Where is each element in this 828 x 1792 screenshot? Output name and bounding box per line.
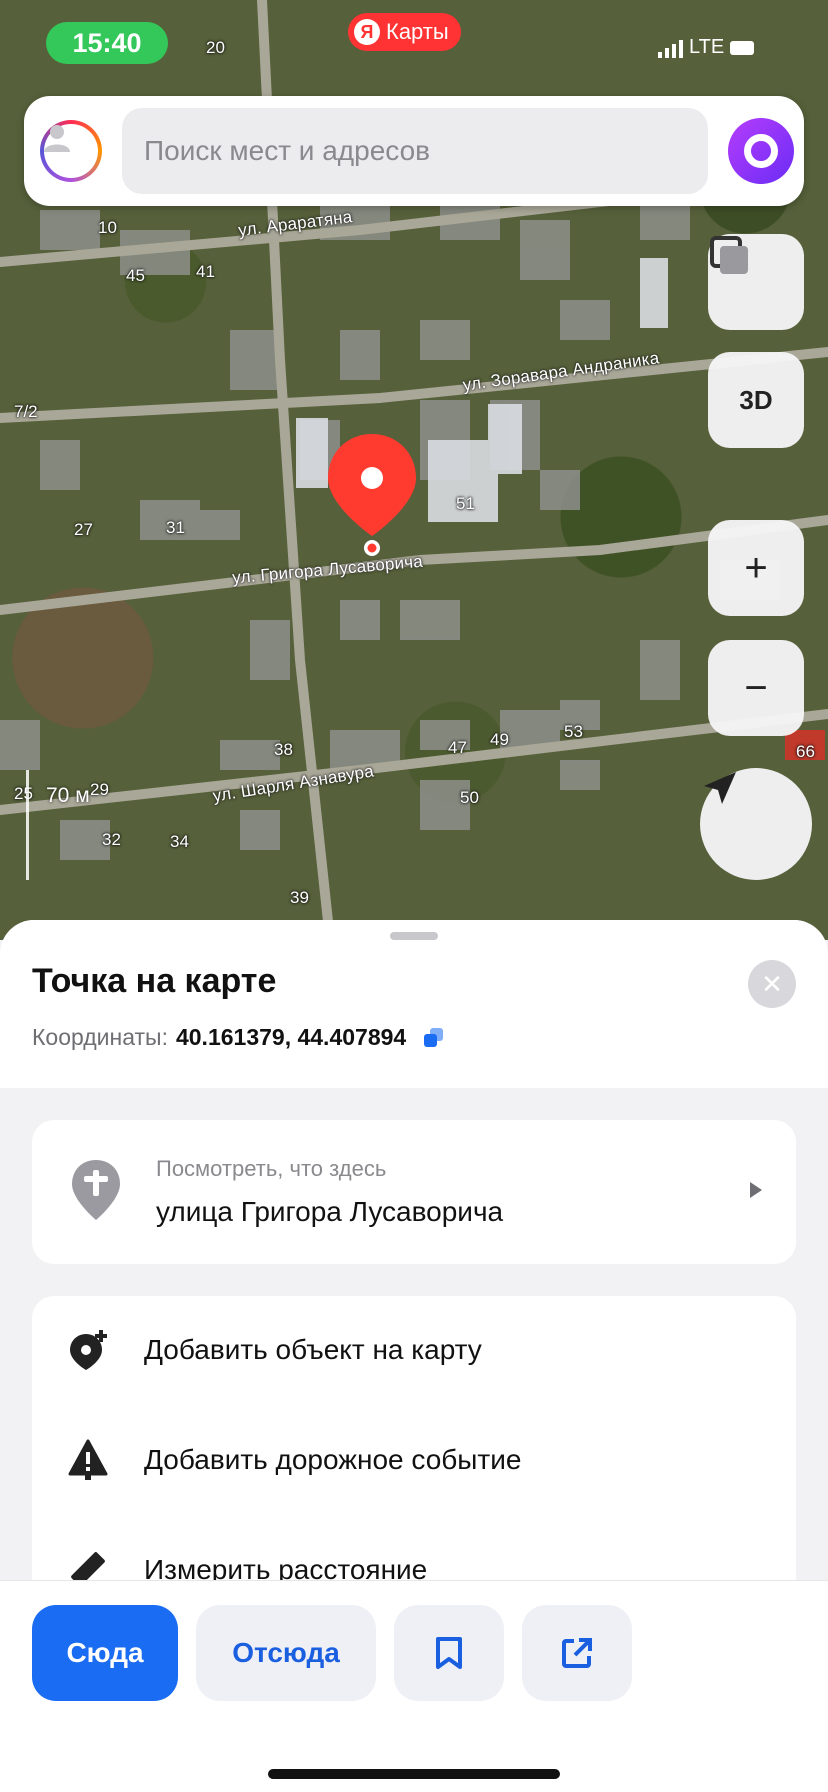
house-number: 66 — [796, 742, 815, 761]
user-icon — [44, 125, 70, 152]
search-bar — [24, 96, 804, 206]
house-number: 32 — [102, 830, 121, 849]
coordinates-label: Координаты: — [32, 1024, 168, 1050]
house-number: 53 — [564, 722, 583, 741]
house-number: 29 — [90, 780, 109, 799]
share-button[interactable] — [522, 1605, 632, 1701]
house-number: 51 — [456, 494, 475, 513]
close-icon: ✕ — [761, 968, 783, 999]
bookmark-icon — [436, 1637, 462, 1669]
whats-here-card[interactable]: Посмотреть, что здесь улица Григора Луса… — [32, 1120, 796, 1264]
status-indicators: LTE — [658, 36, 755, 59]
action-label: Добавить дорожное событие — [144, 1444, 522, 1475]
house-number: 49 — [490, 730, 509, 749]
add-object-action[interactable]: Добавить объект на карту — [32, 1296, 796, 1406]
chevron-right-icon — [750, 1182, 762, 1198]
house-number: 31 — [166, 518, 185, 537]
close-button[interactable]: ✕ — [748, 960, 796, 1008]
search-input[interactable] — [122, 108, 708, 194]
3d-button[interactable]: 3D — [708, 352, 804, 448]
house-number: 25 — [14, 784, 33, 803]
house-number: 27 — [74, 520, 93, 539]
yandex-logo-icon: Я — [354, 19, 380, 45]
whats-here-address: улица Григора Лусаворича — [156, 1196, 504, 1227]
scale-bar — [26, 770, 29, 880]
share-icon — [562, 1638, 592, 1668]
sheet-grabber[interactable] — [390, 932, 438, 940]
profile-avatar[interactable] — [40, 120, 102, 182]
layers-icon — [710, 236, 748, 274]
zoom-in-button[interactable]: + — [708, 520, 804, 616]
sheet-title: Точка на карте — [32, 962, 277, 1000]
house-number: 38 — [274, 740, 293, 759]
house-number: 34 — [170, 832, 189, 851]
house-number: 7/2 — [14, 402, 38, 421]
app-badge-label: Карты — [386, 19, 449, 44]
house-number: 41 — [196, 262, 215, 281]
coordinates-value[interactable]: 40.161379, 44.407894 — [176, 1024, 406, 1051]
battery-icon — [730, 40, 755, 55]
map-view[interactable]: ул. Араратяна ул. Зоравара Андраника ул.… — [0, 0, 828, 940]
home-indicator — [268, 1769, 560, 1779]
network-type: LTE — [689, 36, 725, 58]
my-location-button[interactable] — [700, 768, 812, 880]
bookmark-button[interactable] — [394, 1605, 504, 1701]
house-number: 50 — [460, 788, 479, 807]
place-marker-icon — [72, 1160, 120, 1220]
house-number: 39 — [290, 888, 309, 907]
copy-icon[interactable] — [424, 1027, 444, 1048]
route-to-here-button[interactable]: Сюда — [32, 1605, 178, 1701]
zoom-out-button[interactable]: − — [708, 640, 804, 736]
app-badge[interactable]: Я Карты — [348, 13, 461, 51]
status-time: 15:40 — [46, 22, 168, 64]
road-event-warning-icon — [68, 1439, 108, 1480]
signal-icon — [658, 38, 683, 58]
route-action-bar: Сюда Отсюда — [0, 1580, 828, 1792]
house-number: 10 — [98, 218, 117, 237]
route-from-here-button[interactable]: Отсюда — [196, 1605, 376, 1701]
action-label: Добавить объект на карту — [144, 1334, 482, 1365]
layers-button[interactable] — [708, 234, 804, 330]
house-number: 20 — [206, 38, 225, 57]
location-pin-icon — [328, 434, 416, 556]
coordinates-row: Координаты: 40.161379, 44.407894 — [32, 1024, 444, 1051]
house-number: 47 — [448, 738, 467, 757]
add-place-icon — [70, 1330, 107, 1370]
sheet-header: Точка на карте ✕ Координаты: 40.161379, … — [0, 920, 828, 1088]
whats-here-subtitle: Посмотреть, что здесь — [156, 1156, 387, 1181]
scale-label: 70 м — [46, 784, 90, 807]
add-road-event-action[interactable]: Добавить дорожное событие — [32, 1406, 796, 1516]
navigation-arrow-icon — [704, 772, 736, 804]
house-number: 45 — [126, 266, 145, 285]
alice-icon — [744, 134, 778, 168]
voice-assistant-button[interactable] — [728, 118, 794, 184]
